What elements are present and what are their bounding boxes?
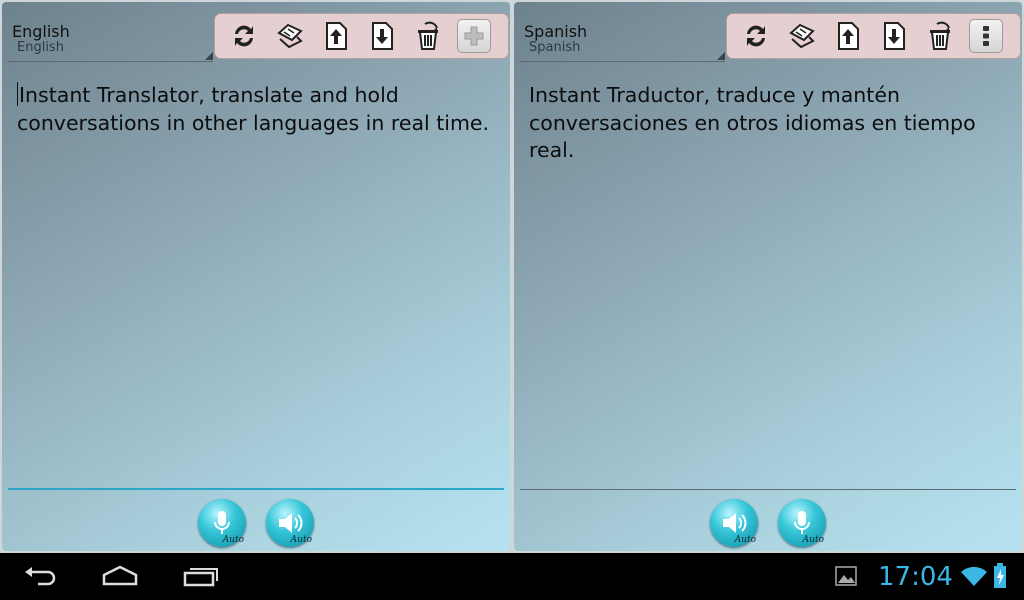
status-clock: 17:04: [878, 562, 953, 592]
target-speaker-button[interactable]: Auto: [710, 499, 758, 547]
home-icon[interactable]: [101, 564, 139, 588]
source-text-input[interactable]: Instant Translator, translate and hold c…: [17, 82, 502, 137]
source-microphone-button[interactable]: Auto: [198, 499, 246, 547]
swap-languages-button[interactable]: [267, 16, 313, 56]
download-icon: [884, 22, 905, 50]
speaker-icon: [279, 513, 303, 533]
source-language-selector[interactable]: English English: [8, 18, 213, 62]
target-output-underline: [520, 489, 1016, 490]
refresh-icon: [235, 25, 253, 47]
swap-languages-icon: [277, 23, 303, 49]
delete-icon: [418, 21, 438, 50]
back-icon[interactable]: [22, 564, 58, 588]
speaker-icon: [723, 513, 747, 533]
delete-button[interactable]: [405, 16, 451, 56]
dropdown-corner-icon: [205, 52, 213, 60]
system-navigation-bar: [0, 553, 1024, 600]
refresh-button[interactable]: [221, 16, 267, 56]
gallery-notification-icon: [835, 566, 857, 586]
source-text: Instant Translator, translate and hold c…: [17, 83, 490, 135]
microphone-auto-label: Auto: [802, 535, 824, 545]
battery-charging-icon: [994, 563, 1006, 588]
add-icon: [464, 26, 484, 46]
download-button[interactable]: [871, 16, 917, 56]
download-button[interactable]: [359, 16, 405, 56]
delete-icon: [930, 21, 950, 50]
text-cursor: [17, 82, 18, 106]
target-text: Instant Traductor, traduce y mantén conv…: [529, 83, 976, 162]
upload-button[interactable]: [825, 16, 871, 56]
source-input-underline: [8, 488, 504, 490]
source-language-subtitle: English: [17, 40, 64, 55]
overflow-menu-frame: [969, 19, 1003, 53]
target-microphone-button[interactable]: Auto: [778, 499, 826, 547]
source-speaker-button[interactable]: Auto: [266, 499, 314, 547]
target-language-subtitle: Spanish: [529, 40, 581, 55]
overflow-menu-icon: [983, 26, 989, 46]
source-toolbar: [214, 13, 509, 59]
microphone-icon: [214, 511, 230, 534]
target-language-selector[interactable]: Spanish Spanish: [520, 18, 725, 62]
upload-button[interactable]: [313, 16, 359, 56]
add-button-frame: [457, 19, 491, 53]
delete-button[interactable]: [917, 16, 963, 56]
overflow-menu-button[interactable]: [963, 16, 1009, 56]
app-screen: English English Instant Translator, tran…: [0, 0, 1024, 553]
swap-languages-button[interactable]: [779, 16, 825, 56]
refresh-icon: [747, 25, 765, 47]
recent-apps-icon[interactable]: [182, 564, 220, 588]
speaker-auto-label: Auto: [290, 535, 312, 545]
swap-languages-icon: [789, 23, 815, 49]
upload-icon: [838, 22, 859, 50]
target-toolbar: [726, 13, 1021, 59]
microphone-icon: [794, 511, 810, 534]
target-panel: Spanish Spanish Instant Traductor, tradu…: [514, 2, 1022, 551]
wifi-icon: [961, 566, 987, 586]
target-text-output[interactable]: Instant Traductor, traduce y mantén conv…: [529, 82, 1014, 165]
source-panel: English English Instant Translator, tran…: [2, 2, 510, 551]
target-language-name: Spanish: [524, 22, 588, 41]
speaker-auto-label: Auto: [734, 535, 756, 545]
upload-icon: [326, 22, 347, 50]
add-button[interactable]: [451, 16, 497, 56]
refresh-button[interactable]: [733, 16, 779, 56]
dropdown-corner-icon: [717, 52, 725, 60]
download-icon: [372, 22, 393, 50]
source-language-name: English: [12, 22, 70, 41]
microphone-auto-label: Auto: [222, 535, 244, 545]
